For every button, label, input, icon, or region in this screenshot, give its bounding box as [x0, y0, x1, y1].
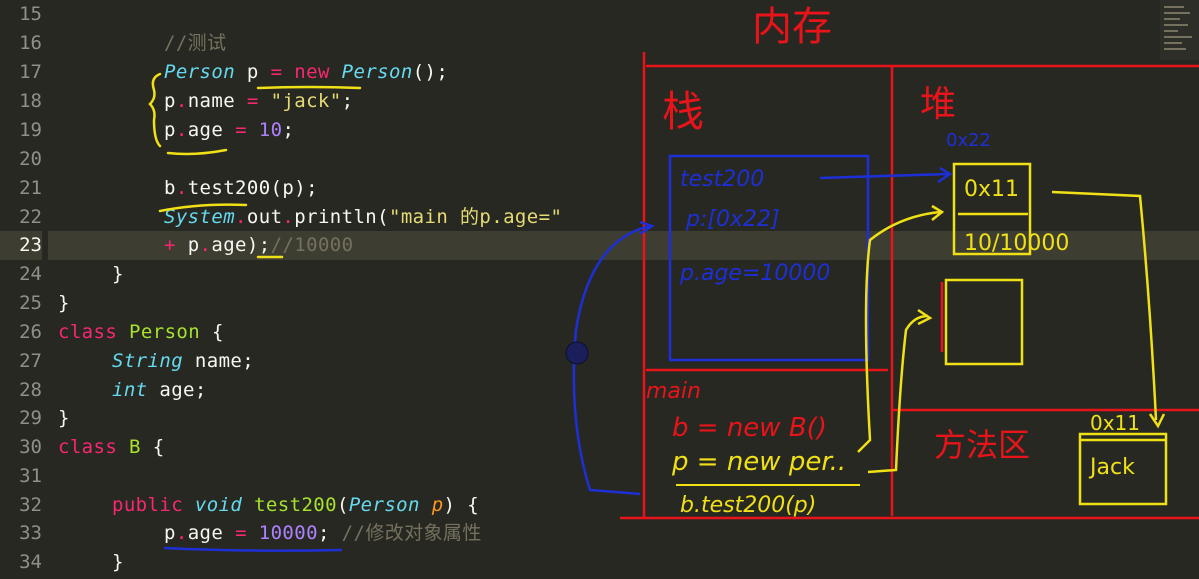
underline-p-age — [166, 148, 228, 156]
test200-param: p:[0x22] — [685, 207, 780, 232]
heap-obj-field-2: 10/10000 — [964, 231, 1069, 256]
main-frame-label: main — [646, 379, 701, 404]
heap-obj-field-1: 0x11 — [964, 177, 1019, 202]
main-stmt-b-new: b = new B() — [672, 413, 827, 443]
heap-address: 0x22 — [946, 130, 991, 151]
underline-system — [158, 203, 248, 213]
heap-label: 堆 — [920, 84, 956, 125]
test200-frame-label: test200 — [680, 167, 764, 192]
drag-handle[interactable] — [565, 341, 589, 365]
underline-p-age-10000 — [163, 546, 343, 552]
main-stmt-b-test200: b.test200(p) — [680, 493, 816, 518]
stack-label: 栈 — [662, 87, 704, 136]
method-area-value: Jack — [1088, 455, 1135, 480]
underline-p-new — [256, 85, 362, 90]
main-stmt-p-new: p = new per.. — [671, 447, 846, 477]
memory-label: 内存 — [752, 4, 832, 50]
method-area-label: 方法区 — [934, 426, 1030, 464]
brace-mark — [148, 72, 162, 148]
handwritten-annotation-overlay: 内存 栈 堆 方法区 main b = new B() p = new per.… — [148, 4, 1199, 552]
test200-stmt: p.age=10000 — [679, 261, 830, 286]
method-area-address: 0x11 — [1090, 411, 1140, 435]
